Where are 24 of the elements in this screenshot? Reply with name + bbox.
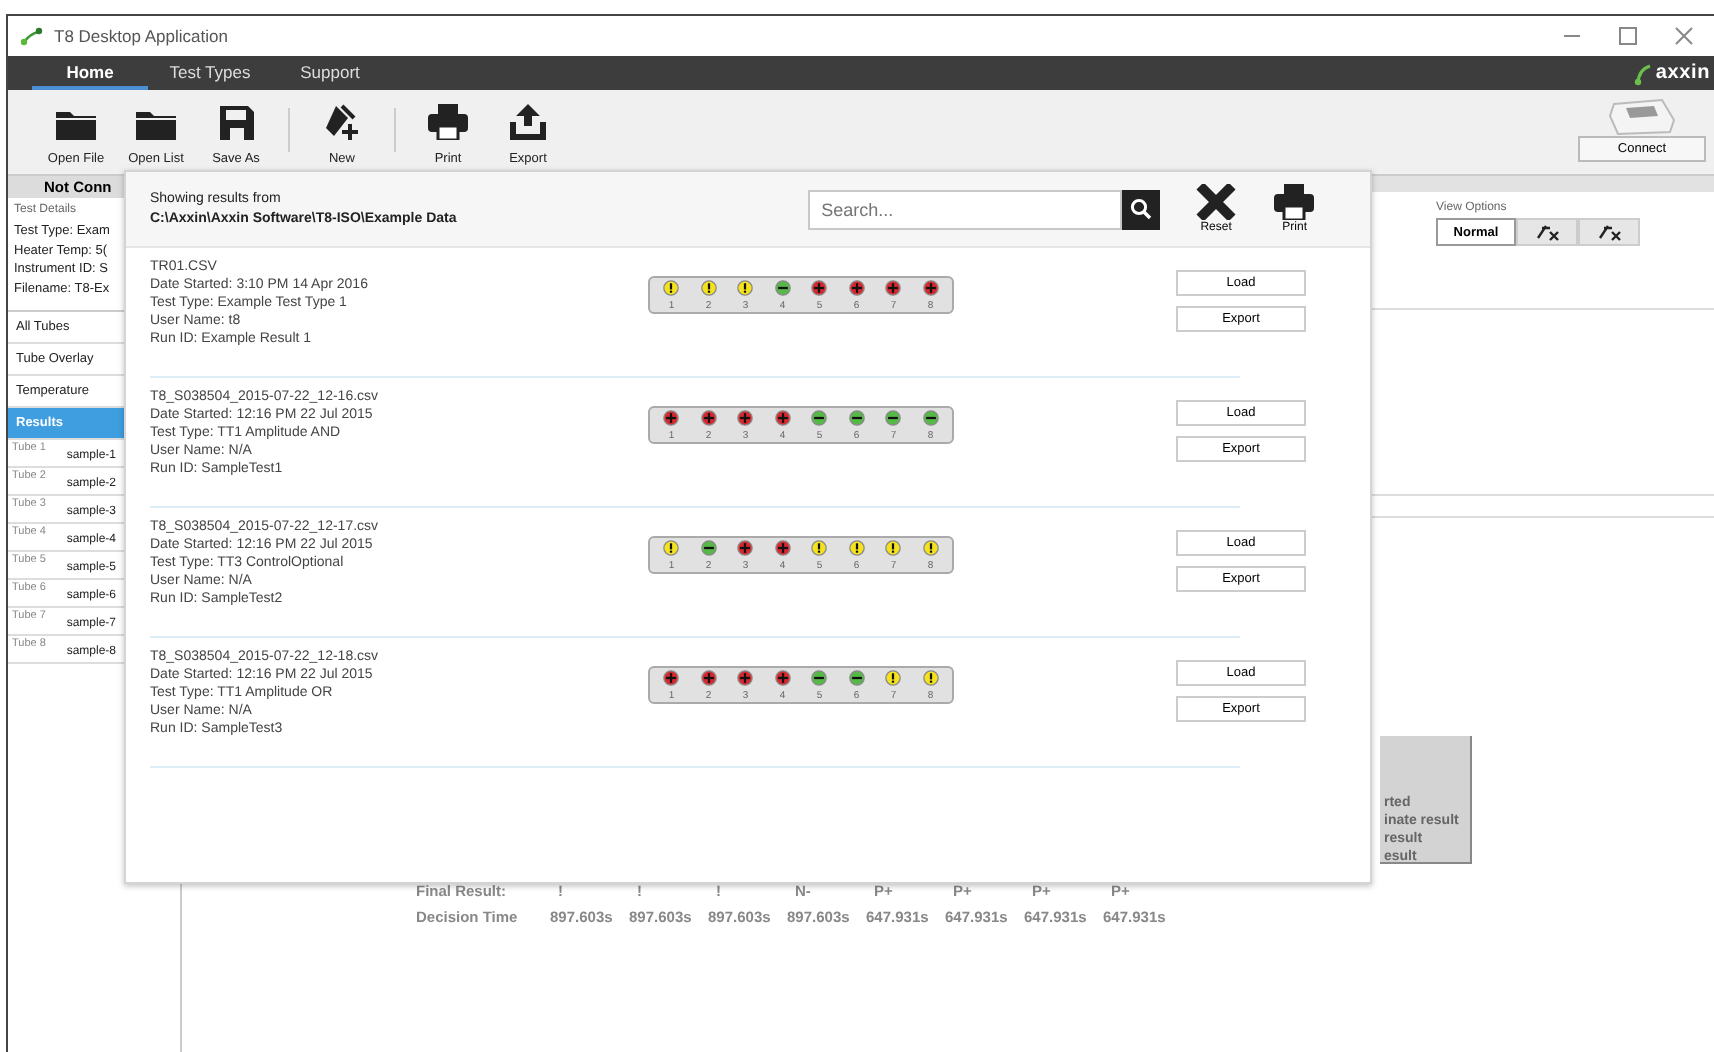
search-field[interactable]: Search... [807,189,1122,229]
window-title: T8 Desktop Application [54,26,228,46]
brand-name: axxin [1655,62,1710,84]
printer-icon [428,104,468,140]
printer-icon [1274,184,1315,220]
device-icon [1606,96,1678,136]
menu-tab[interactable]: Test Types [152,56,268,90]
close-icon[interactable] [1674,26,1694,46]
folder-icon [136,108,176,140]
maximize-icon[interactable] [1618,26,1638,46]
fx-icon [1535,222,1559,242]
folder-icon [56,108,96,140]
sprout-icon [1631,61,1656,85]
search-button[interactable] [1121,189,1161,229]
export-icon [510,104,546,140]
fx-button[interactable] [1578,218,1640,246]
fx-icon [1597,222,1621,242]
menu-tab[interactable]: Support [272,56,388,90]
close-icon [1196,184,1237,220]
logo-icon [20,26,44,46]
fx-button[interactable] [1516,218,1578,246]
search-icon [1130,198,1153,220]
floppy-icon [219,106,253,140]
flask-plus-icon [324,104,360,140]
